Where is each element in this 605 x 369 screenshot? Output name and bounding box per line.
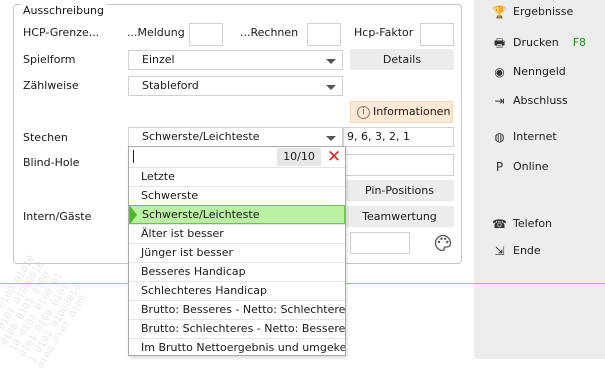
spielform-value: Einzel bbox=[142, 53, 175, 66]
sidebar-item-label: Telefon bbox=[513, 217, 553, 230]
rechnen-input[interactable] bbox=[307, 23, 341, 46]
stechen-label: Stechen bbox=[23, 131, 68, 144]
sidebar-item-internet[interactable]: ◍ Internet bbox=[492, 127, 557, 147]
stechen-dropdown: 10/10 ✕ Letzte Schwerste Schwerste/Leichte… bbox=[128, 146, 346, 356]
printer-icon: 🖶 bbox=[493, 36, 506, 50]
sidebar-item-label: Ergebnisse bbox=[513, 5, 574, 18]
shortcut-hint: F8 bbox=[572, 36, 587, 49]
sidebar-item-ergebnisse[interactable]: 🏆 Ergebnisse bbox=[492, 2, 573, 22]
meldung-input[interactable] bbox=[189, 23, 223, 46]
hcp-faktor-input[interactable] bbox=[420, 23, 454, 46]
stechen-select[interactable]: Schwerste/Leichteste bbox=[128, 127, 343, 147]
sidebar-item-label: Online bbox=[513, 160, 549, 173]
group-legend: Ausschreibung bbox=[21, 4, 106, 17]
spielform-label: Spielform bbox=[23, 53, 76, 66]
informationen-label: Informationen bbox=[373, 105, 451, 118]
dropdown-option[interactable]: Besseres Handicap bbox=[129, 262, 345, 281]
spielform-select[interactable]: Einzel bbox=[128, 50, 343, 70]
zaehlweise-value: Stableford bbox=[142, 79, 199, 92]
sidebar-item-ende[interactable]: ⇲ Ende bbox=[492, 241, 541, 261]
sidebar-item-telefon[interactable]: ☎ Telefon bbox=[492, 214, 552, 234]
sidebar bbox=[474, 0, 605, 359]
blind-hole-label: Blind-Hole bbox=[23, 156, 80, 169]
dropdown-option[interactable]: Jünger ist besser bbox=[129, 243, 345, 262]
hcp-grenze-label: HCP-Grenze... bbox=[23, 26, 100, 39]
stechen-holes-field[interactable]: 9, 6, 3, 2, 1 bbox=[343, 127, 454, 147]
dropdown-option[interactable]: Schwerste bbox=[129, 186, 345, 205]
sidebar-item-label: Abschluss bbox=[513, 94, 568, 107]
coins-icon: ◉ bbox=[494, 65, 505, 79]
hcp-faktor-label: Hcp-Faktor bbox=[354, 26, 414, 39]
sidebar-item-nenngeld[interactable]: ◉ Nenngeld bbox=[492, 62, 566, 82]
dropdown-option[interactable]: Letzte bbox=[129, 167, 345, 186]
pin-positions-button[interactable]: Pin-Positions bbox=[345, 180, 454, 201]
online-icon: P bbox=[495, 160, 504, 174]
trophy-icon: 🏆 bbox=[492, 5, 507, 19]
sidebar-item-online[interactable]: P Online bbox=[492, 157, 549, 177]
sidebar-item-label: Internet bbox=[513, 130, 557, 143]
stechen-value: Schwerste/Leichteste bbox=[142, 130, 260, 143]
exit-icon: ⇲ bbox=[494, 244, 505, 258]
sidebar-green-divider bbox=[474, 283, 605, 284]
informationen-button[interactable]: i Informationen bbox=[350, 101, 453, 123]
blind-hole-field[interactable] bbox=[343, 154, 454, 176]
info-icon: i bbox=[357, 106, 370, 119]
details-button[interactable]: Details bbox=[350, 49, 454, 70]
teamwertung-button[interactable]: Teamwertung bbox=[345, 206, 454, 227]
palette-icon[interactable] bbox=[434, 234, 452, 252]
chevron-down-icon bbox=[326, 59, 336, 64]
sidebar-item-drucken[interactable]: 🖶 Drucken F8 bbox=[492, 33, 586, 53]
dropdown-options-list: Letzte Schwerste Schwerste/Leichteste Älter… bbox=[129, 167, 345, 357]
close-icon[interactable]: ✕ bbox=[326, 149, 342, 166]
chevron-down-icon bbox=[326, 136, 336, 141]
sidebar-item-label: Drucken bbox=[513, 36, 559, 49]
dropdown-option[interactable]: Brutto: Schlechteres - Netto: Besseres H bbox=[129, 319, 345, 338]
exit-box-icon: ⇥ bbox=[494, 94, 505, 108]
sidebar-item-abschluss[interactable]: ⇥ Abschluss bbox=[492, 91, 568, 111]
phone-icon: ☎ bbox=[492, 217, 507, 231]
dropdown-option[interactable]: Älter ist besser bbox=[129, 224, 345, 243]
chevron-down-icon bbox=[326, 85, 336, 90]
intern-gaeste-label: Intern/Gäste bbox=[23, 210, 92, 223]
sidebar-item-label: Ende bbox=[513, 244, 541, 257]
dropdown-option[interactable]: Schlechteres Handicap bbox=[129, 281, 345, 300]
meldung-label: ...Meldung bbox=[127, 26, 185, 39]
dropdown-count: 10/10 bbox=[277, 148, 321, 166]
globe-icon: ◍ bbox=[494, 130, 505, 144]
color-value-field[interactable] bbox=[350, 232, 410, 254]
dropdown-option[interactable]: Schwerste/Leichteste bbox=[129, 205, 345, 224]
zaehlweise-label: Zählweise bbox=[23, 79, 79, 92]
zaehlweise-select[interactable]: Stableford bbox=[128, 76, 343, 96]
rechnen-label: ...Rechnen bbox=[240, 26, 299, 39]
sidebar-item-label: Nenngeld bbox=[513, 65, 566, 78]
dropdown-option[interactable]: Im Brutto Nettoergebnis und umgekehr bbox=[129, 338, 345, 357]
text-caret bbox=[133, 150, 134, 163]
stechen-holes-value: 9, 6, 3, 2, 1 bbox=[347, 130, 410, 143]
dropdown-option[interactable]: Brutto: Besseres - Netto: Schlechteres H bbox=[129, 300, 345, 319]
